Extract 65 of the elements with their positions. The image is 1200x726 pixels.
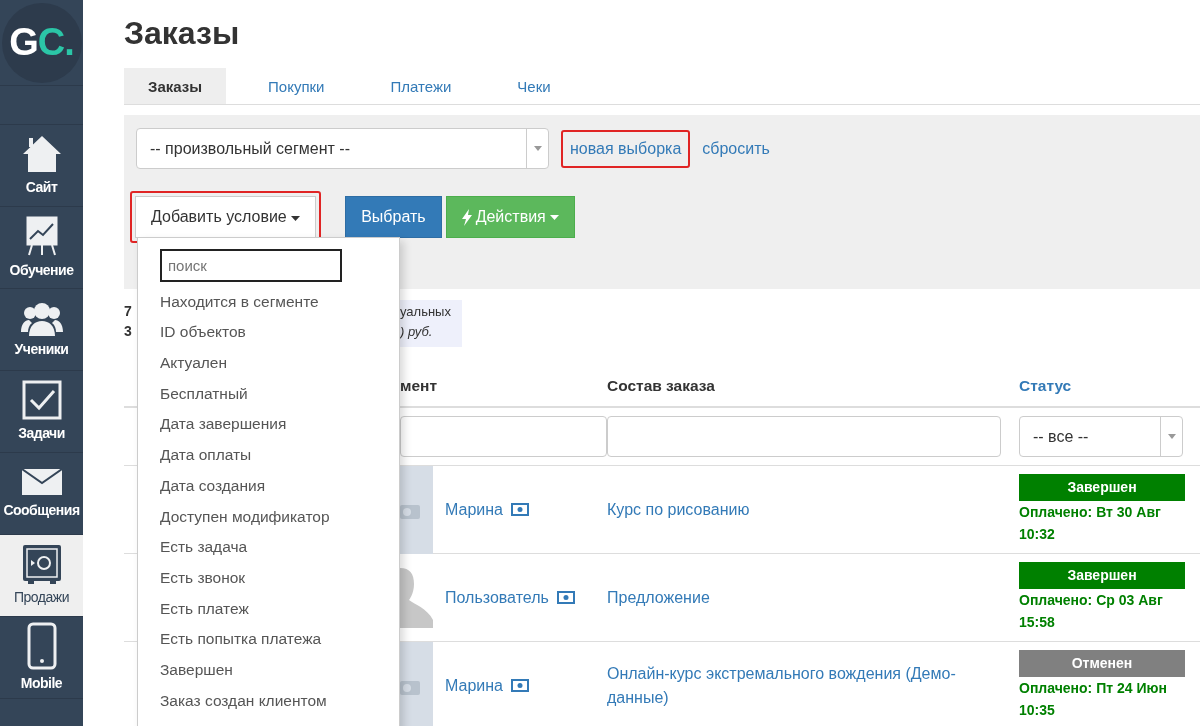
menu-item[interactable]: Заказ создан клиентом <box>160 684 399 716</box>
menu-item[interactable]: Дата создания <box>160 470 399 501</box>
order-link[interactable]: Онлайн-курс экстремального вождения (Демо-данные) <box>607 661 989 710</box>
envelope-icon <box>21 466 62 497</box>
status-filter-select[interactable]: -- все -- <box>1019 416 1183 458</box>
phone-icon <box>26 621 57 670</box>
tab[interactable]: Покупки <box>244 68 349 105</box>
sidebar-item[interactable]: Обучение <box>0 207 83 289</box>
menu-item[interactable]: Есть звонок <box>160 562 399 593</box>
client-link[interactable]: Марина <box>445 673 503 698</box>
money-icon <box>556 591 575 605</box>
order-link[interactable]: Курс по рисованию <box>607 497 750 522</box>
tab[interactable]: Заказы <box>124 68 227 105</box>
caret-icon <box>1167 434 1176 440</box>
sidebar-item[interactable]: Сайт <box>0 125 83 207</box>
menu-item[interactable]: Бесплатный <box>160 378 399 409</box>
client-link[interactable]: Марина <box>445 497 503 522</box>
payment-date: Оплачено: Вт 30 Авг 10:32 <box>1019 503 1162 545</box>
checkbox-icon <box>21 379 62 420</box>
tab[interactable]: Чеки <box>493 68 575 105</box>
status-badge: Завершен <box>1019 562 1185 590</box>
client-link[interactable]: Пользователь <box>445 585 549 610</box>
sidebar-item[interactable]: Сообщения <box>0 453 83 535</box>
select-button[interactable]: Выбрать <box>345 196 442 239</box>
payment-date: Оплачено: Пт 24 Июн 10:35 <box>1019 679 1168 721</box>
lightning-icon <box>461 208 472 226</box>
search-field[interactable]: поиск <box>160 249 342 282</box>
menu-item[interactable]: Есть платеж <box>160 592 399 624</box>
safe-icon <box>21 543 62 584</box>
caret-icon <box>533 146 542 152</box>
sidebar-item[interactable]: Ученики <box>0 289 83 371</box>
column-header: мент <box>400 375 438 396</box>
status-badge: Завершен <box>1019 474 1185 502</box>
tab[interactable]: Платежи <box>366 68 476 105</box>
column-header: Состав заказа <box>607 375 715 396</box>
caret-icon <box>291 215 301 221</box>
payment-date: Оплачено: Ср 03 Авг 15:58 <box>1019 591 1164 633</box>
menu-item[interactable]: Находится в сегменте <box>160 286 399 317</box>
logo[interactable]: GC. <box>1 2 82 83</box>
stat-line: 7 <box>124 302 132 322</box>
menu-item[interactable]: Есть задача <box>160 531 399 563</box>
caret-icon <box>549 214 559 220</box>
add-condition-button[interactable]: Добавить условие <box>135 196 317 239</box>
composition-filter-field[interactable] <box>607 416 1001 458</box>
column-header[interactable]: Статус <box>1019 373 1072 397</box>
menu-item[interactable]: Доступен модификатор <box>160 500 399 532</box>
sidebar-item[interactable]: Mobile <box>0 617 83 699</box>
reset-link[interactable]: сбросить <box>702 136 770 161</box>
menu-item[interactable]: ID объектов <box>160 316 399 348</box>
order-link[interactable]: Предложение <box>607 585 710 610</box>
page-title: Заказы <box>124 14 241 53</box>
menu-item[interactable]: Завершен <box>160 654 399 685</box>
stat-line: 3 <box>124 322 132 342</box>
money-icon <box>511 679 529 693</box>
segment-select[interactable]: -- произвольный сегмент -- <box>136 128 549 170</box>
menu-item[interactable]: Актуален <box>160 347 399 379</box>
sidebar-item[interactable]: Продажи <box>0 535 83 617</box>
menu-item[interactable]: Дата завершения <box>160 408 399 440</box>
sidebar-item[interactable]: Задачи <box>0 371 83 453</box>
money-icon <box>511 503 529 517</box>
new-selection-link[interactable]: новая выборка <box>566 134 686 163</box>
menu-item[interactable]: Есть попытка платежа <box>160 623 399 655</box>
client-filter-field[interactable] <box>400 416 607 458</box>
status-badge: Отменен <box>1019 650 1185 678</box>
menu-item[interactable]: Дата оплаты <box>160 439 399 471</box>
